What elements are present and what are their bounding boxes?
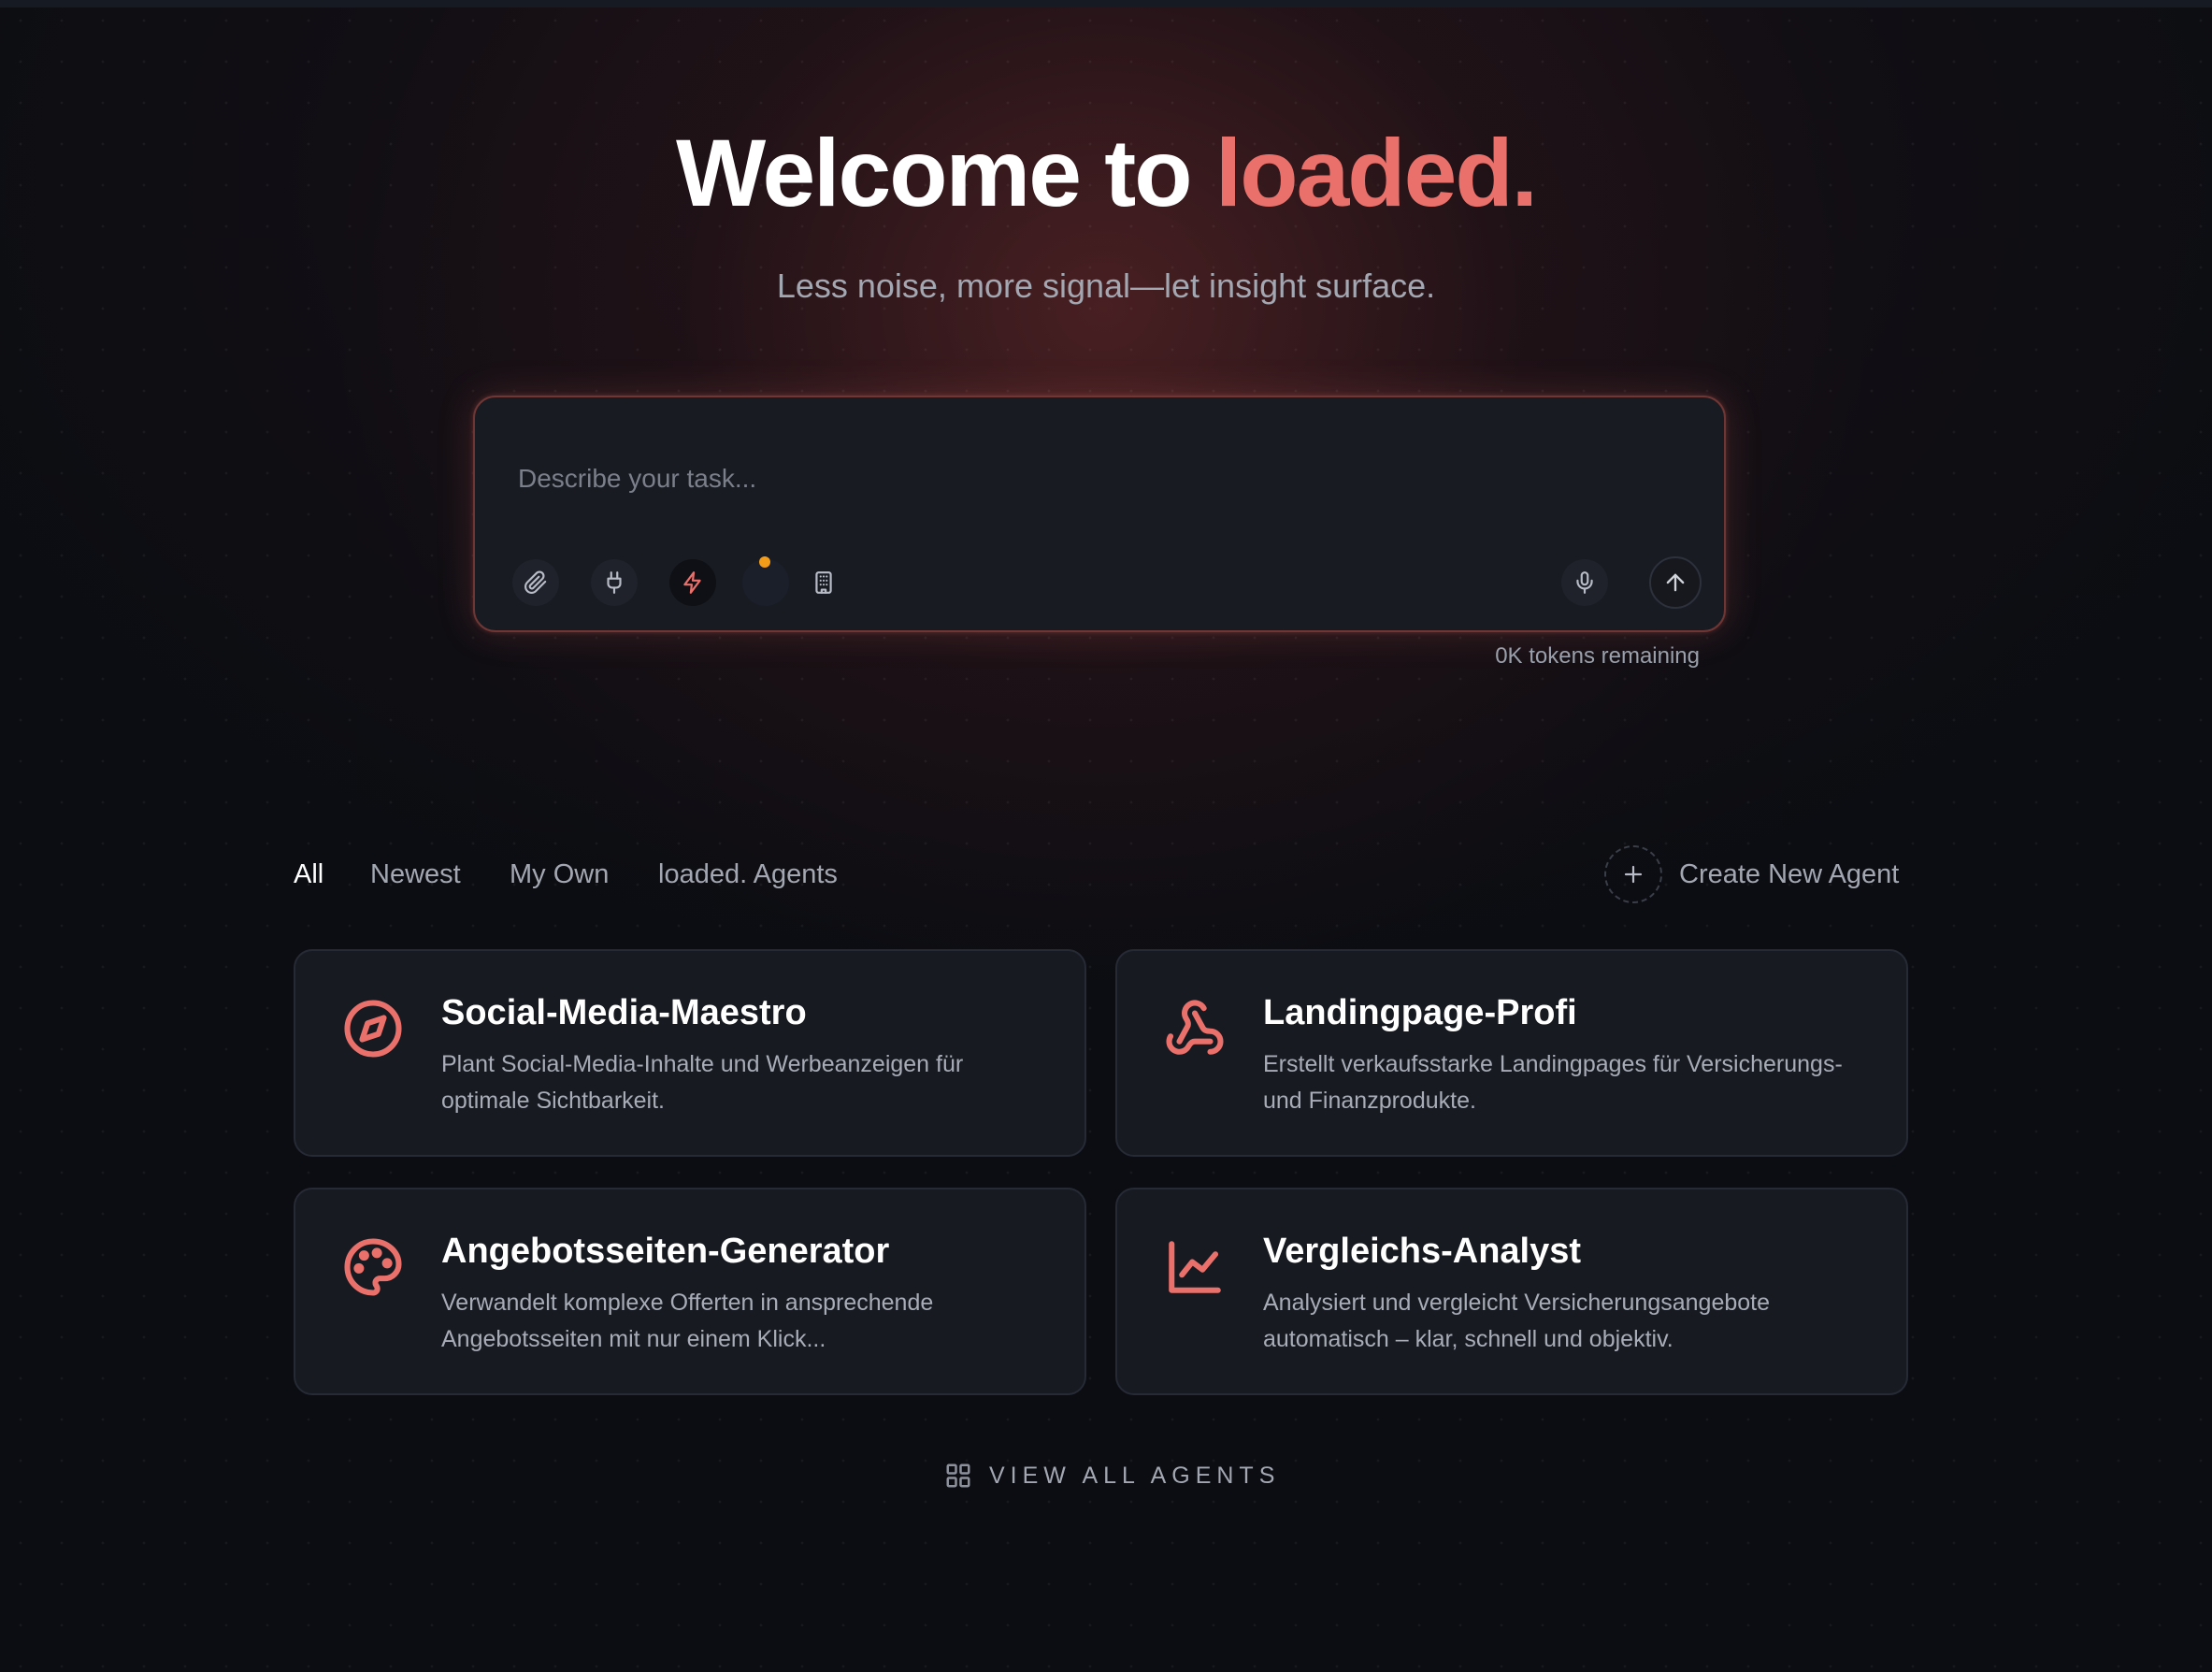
plus-icon [1624, 865, 1643, 884]
quick-action-button[interactable] [669, 559, 716, 606]
attach-button[interactable] [512, 559, 559, 606]
line-chart-icon [1164, 1236, 1226, 1298]
create-new-agent-button[interactable]: Create New Agent [1604, 844, 1899, 904]
arrow-up-icon [1666, 573, 1685, 592]
tab-newest[interactable]: Newest [370, 856, 461, 893]
hero-subtitle: Less noise, more signal—let insight surf… [776, 267, 1436, 305]
plus-circle [1604, 845, 1662, 903]
create-new-agent-label: Create New Agent [1679, 859, 1900, 889]
grid-icon [946, 1463, 970, 1488]
palette-icon [342, 1236, 404, 1298]
agent-title: Angebotsseiten-Generator [441, 1232, 890, 1271]
tab-my-own[interactable]: My Own [510, 856, 609, 893]
agent-card-vergleichs-analyst[interactable]: Vergleichs-Analyst Analysiert und vergle… [1115, 1188, 1908, 1395]
background-dot-grid [0, 0, 2212, 1672]
send-button[interactable] [1649, 556, 1702, 609]
integrations-button[interactable] [591, 559, 638, 606]
agent-card-landingpage-profi[interactable]: Landingpage-Profi Erstellt verkaufsstark… [1115, 949, 1908, 1157]
webhook-icon [1164, 998, 1226, 1059]
task-input[interactable] [516, 457, 1642, 500]
view-all-agents-label: VIEW ALL AGENTS [989, 1462, 1281, 1489]
tab-loaded-agents[interactable]: loaded. Agents [658, 856, 838, 893]
agent-card-angebotsseiten-generator[interactable]: Angebotsseiten-Generator Verwandelt komp… [294, 1188, 1086, 1395]
status-dot [759, 556, 770, 568]
compass-icon [342, 998, 404, 1059]
plug-icon [607, 571, 622, 594]
agent-title: Landingpage-Profi [1263, 993, 1577, 1032]
background-glow [0, 0, 2212, 1672]
agent-description: Plant Social-Media-Inhalte und Werbeanze… [441, 1051, 964, 1114]
paperclip-icon [524, 570, 547, 594]
task-composer [473, 396, 1726, 632]
agent-card-social-media-maestro[interactable]: Social-Media-Maestro Plant Social-Media-… [294, 949, 1086, 1157]
agent-title: Vergleichs-Analyst [1263, 1232, 1582, 1271]
agent-description: Verwandelt komplexe Offerten in ansprech… [441, 1290, 934, 1352]
microphone-icon [1576, 571, 1593, 594]
tokens-remaining: 0K tokens remaining [1495, 643, 1700, 669]
view-all-agents-link[interactable]: VIEW ALL AGENTS [944, 1457, 1280, 1494]
building-icon [815, 571, 832, 594]
top-bar [0, 0, 2212, 7]
voice-input-button[interactable] [1561, 559, 1608, 606]
agent-description: Analysiert und vergleicht Versicherungsa… [1263, 1290, 1771, 1352]
hero-title-brand: loaded. [1214, 120, 1538, 226]
workspace-button[interactable] [800, 559, 847, 606]
bolt-icon [683, 571, 701, 594]
tab-all[interactable]: All [294, 856, 323, 893]
hero-title-prefix: Welcome to [676, 120, 1215, 226]
agent-description: Erstellt verkaufsstarke Landingpages für… [1263, 1051, 1843, 1114]
hero-title: Welcome to loaded. [0, 112, 2212, 234]
agent-title: Social-Media-Maestro [441, 993, 807, 1032]
